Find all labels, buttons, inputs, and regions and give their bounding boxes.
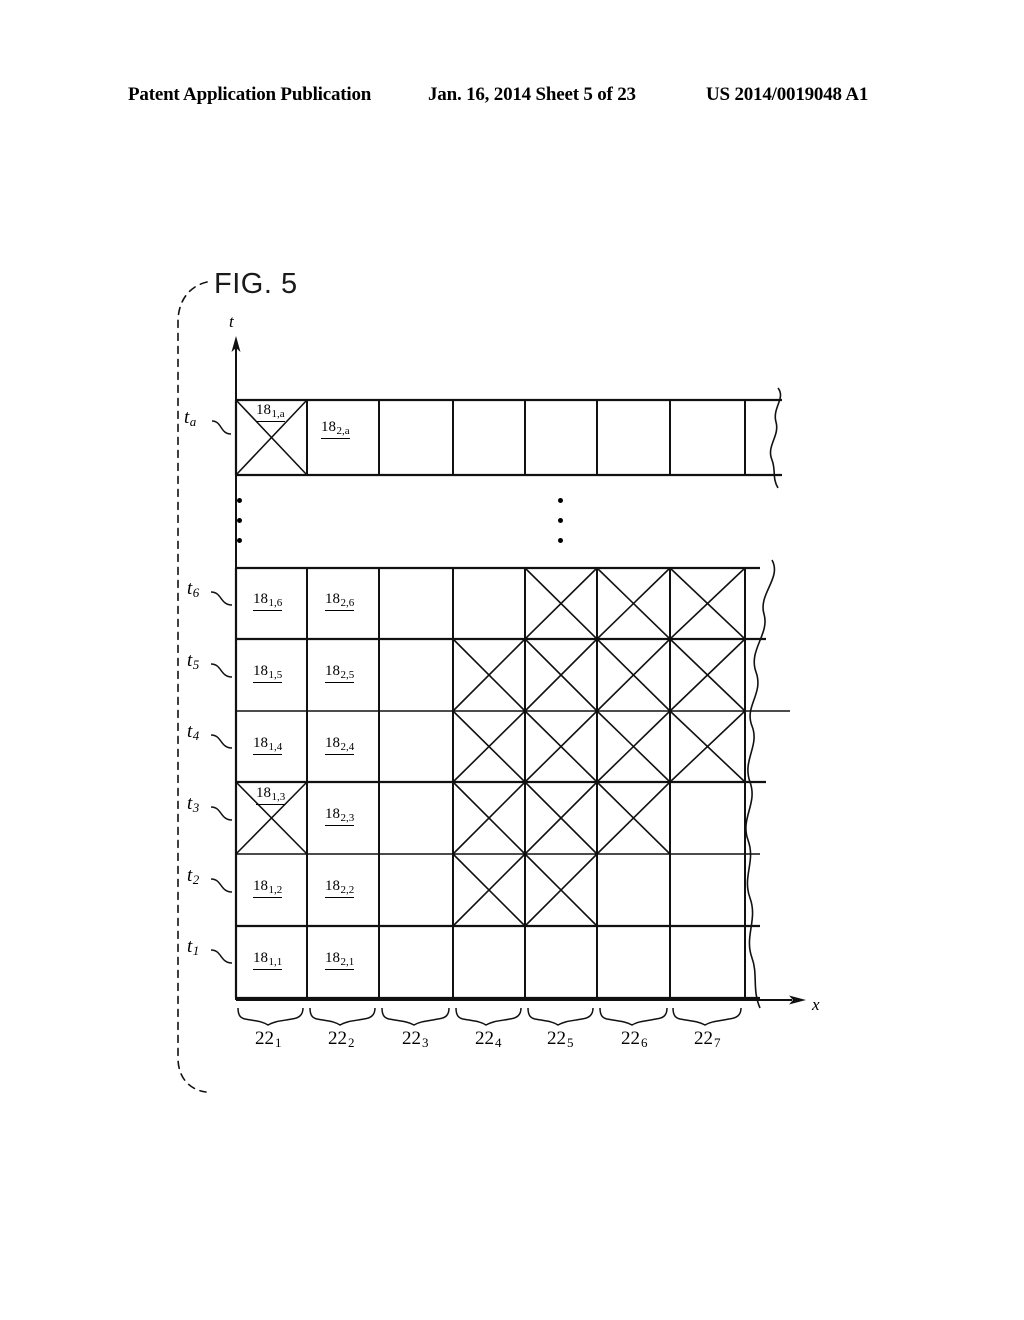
cell-label-18-25: 182,5: [325, 663, 355, 684]
column-label-22-3: 223: [402, 1028, 429, 1050]
leader-row-6: [210, 591, 233, 606]
row-label-t2: t2: [187, 865, 200, 887]
cell-label-18-23: 182,3: [325, 806, 355, 827]
leader-row-4: [210, 734, 233, 749]
leader-row-1: [210, 949, 233, 964]
column-label-22-1: 221: [255, 1028, 282, 1050]
cell-label-18-2a: 182,a: [321, 419, 350, 440]
figure-title: FIG. 5: [214, 268, 298, 300]
cell-label-18-14: 181,4: [253, 735, 283, 756]
row-label-t3: t3: [187, 793, 200, 815]
t-axis-label: t: [229, 312, 234, 331]
cell-label-18-22: 182,2: [325, 878, 355, 899]
grid-break-wave: [745, 559, 776, 1009]
row-label-t4: t4: [187, 721, 200, 743]
row-label-ta: ta: [184, 407, 197, 429]
column-braces: [237, 1007, 742, 1026]
cell-label-18-12: 181,2: [253, 878, 283, 899]
leader-row-5: [210, 663, 233, 678]
cell-label-18-16: 181,6: [253, 591, 283, 612]
cross-marks-row-6: [524, 567, 746, 640]
figure-5-drawing: FIG. 5 t x ta t6 t5 t4 t3 t2 t1 181,a 18…: [0, 0, 1024, 1320]
cell-label-18-26: 182,6: [325, 591, 355, 612]
column-label-22-7: 227: [694, 1028, 721, 1050]
x-axis-label: x: [812, 995, 820, 1014]
leader-row-2: [210, 878, 233, 893]
column-label-22-5: 225: [547, 1028, 574, 1050]
leader-row-3: [210, 806, 233, 821]
row-label-t6: t6: [187, 578, 200, 600]
cross-marks-row-5: [452, 638, 746, 712]
column-label-22-2: 222: [328, 1028, 355, 1050]
column-label-22-6: 226: [621, 1028, 648, 1050]
cell-label-18-24: 182,4: [325, 735, 355, 756]
cell-label-18-11: 181,1: [253, 950, 283, 971]
cell-label-18-15: 181,5: [253, 663, 283, 684]
cell-label-18-1a: 181,a: [256, 402, 285, 423]
cross-marks-row-4: [452, 710, 746, 783]
cell-label-18-13: 181,3: [256, 785, 286, 806]
row-label-t1: t1: [187, 936, 200, 958]
row-label-t5: t5: [187, 650, 200, 672]
cell-label-18-21: 182,1: [325, 950, 355, 971]
leader-row-a: [211, 420, 232, 435]
column-label-22-4: 224: [475, 1028, 502, 1050]
toprow-break-wave: [769, 387, 782, 489]
figure-linework: [177, 281, 806, 1093]
figure-bracket-dashed: [177, 281, 208, 1093]
